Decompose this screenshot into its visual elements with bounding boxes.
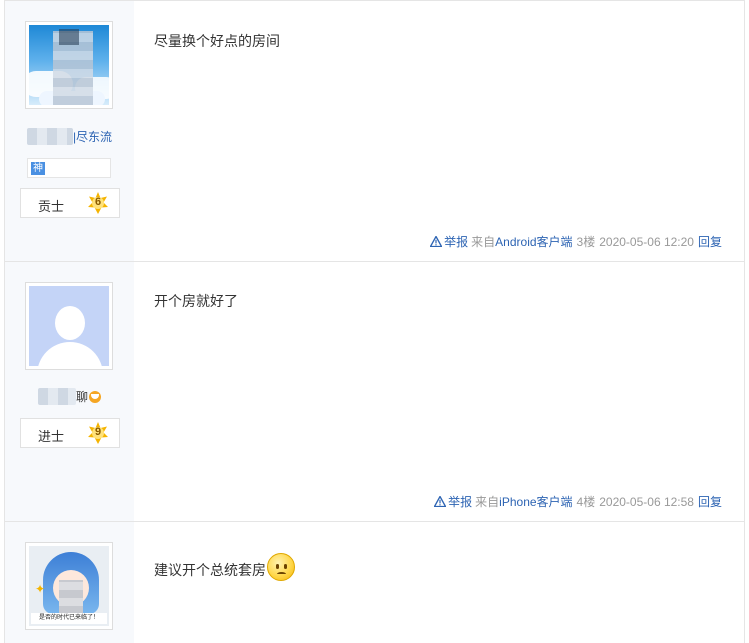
post-text: 开个房就好了: [154, 293, 238, 309]
floor-number: 4楼: [576, 495, 596, 509]
avatar-image: [29, 286, 109, 366]
warning-icon: [434, 496, 447, 507]
post-text: 尽量换个好点的房间: [154, 33, 280, 49]
username-link[interactable]: 聊: [76, 390, 88, 404]
warning-icon: [430, 236, 443, 247]
client-link[interactable]: Android客户端: [495, 235, 572, 249]
source-prefix: 来自: [475, 495, 500, 509]
report-label: 举报: [448, 495, 473, 509]
username-link[interactable]: |尽东流: [73, 130, 112, 144]
post-content-area: 尽量换个好点的房间 举报 来自Android客户端 3楼 2020-05-06 12:…: [134, 1, 744, 262]
level-badge-icon: 6: [87, 192, 109, 214]
post-floor-3: |尽东流 神 贡士 6 尽量换个好点的房间 举报 来自Android客户端 3楼 20…: [4, 0, 745, 262]
source-prefix: 来自: [471, 235, 496, 249]
username-row: |尽东流: [5, 128, 134, 145]
post-footer: 举报 来自iPhone客户端 4楼 2020-05-06 12:58 回复: [434, 493, 722, 510]
post-content-area: 开个房就好了 举报 来自iPhone客户端 4楼 2020-05-06 12:58 回复: [134, 262, 744, 522]
level-badge-icon: 9: [87, 422, 109, 444]
post-floor-4: 聊 进士 9 开个房就好了 举报 来自iPhone客户端 4楼 2020-05-06 …: [4, 261, 745, 522]
reply-link[interactable]: 回复: [698, 495, 722, 509]
report-link[interactable]: 举报: [434, 495, 472, 509]
post-footer: 举报 来自Android客户端 3楼 2020-05-06 12:20 回复: [430, 233, 722, 250]
source-text: 来自iPhone客户端: [475, 495, 572, 509]
floor-number: 3楼: [576, 235, 596, 249]
post-time: 2020-05-06 12:20: [599, 235, 694, 249]
author-sidebar: |尽东流 神 贡士 6: [5, 1, 134, 262]
author-sidebar: 聊 进士 9: [5, 262, 134, 522]
level-number: 6: [94, 196, 102, 208]
avatar[interactable]: ✦ 是否的时代已来临了！: [25, 542, 113, 630]
client-link[interactable]: iPhone客户端: [499, 495, 572, 509]
post-time: 2020-05-06 12:58: [599, 495, 694, 509]
author-sidebar: ✦ 是否的时代已来临了！: [5, 522, 134, 643]
post-content-area: 建议开个总统套房: [134, 522, 744, 643]
level-box[interactable]: 贡士 6: [20, 188, 120, 218]
sad-face-emoji-icon: [267, 553, 295, 581]
post-floor-5: ✦ 是否的时代已来临了！ 建议开个总统套房: [4, 521, 745, 643]
blurred-name: [37, 388, 76, 405]
user-tag-box: 神: [27, 158, 111, 178]
report-link[interactable]: 举报: [430, 235, 468, 249]
avatar-caption: 是否的时代已来临了！: [31, 613, 107, 624]
blurred-name: [26, 128, 73, 145]
user-tag[interactable]: 神: [31, 162, 45, 175]
level-name: 贡士: [38, 199, 65, 214]
username-row: 聊: [5, 388, 134, 405]
level-number: 9: [94, 426, 102, 438]
star-icon: ✦: [35, 582, 46, 596]
level-box[interactable]: 进士 9: [20, 418, 120, 448]
avatar-image: [29, 25, 109, 105]
reply-link[interactable]: 回复: [698, 235, 722, 249]
avatar[interactable]: [25, 282, 113, 370]
source-text: 来自Android客户端: [471, 235, 572, 249]
smile-icon: [89, 390, 101, 403]
post-text-body: 建议开个总统套房: [154, 562, 266, 578]
report-label: 举报: [444, 235, 469, 249]
post-text: 建议开个总统套房: [154, 553, 295, 581]
avatar-image: ✦ 是否的时代已来临了！: [29, 546, 109, 626]
avatar[interactable]: [25, 21, 113, 109]
level-name: 进士: [38, 429, 65, 444]
